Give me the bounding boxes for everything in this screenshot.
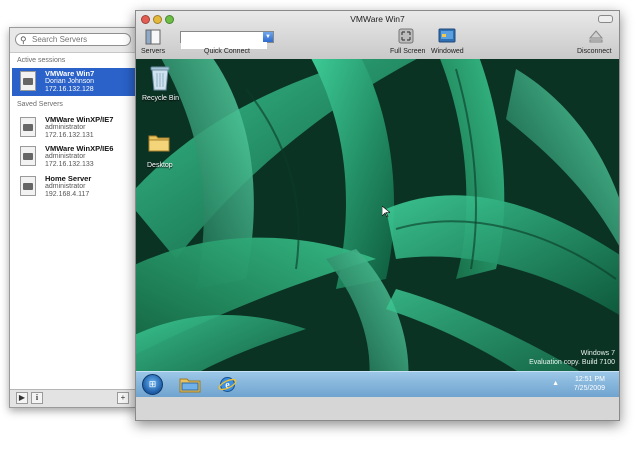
saved-servers-heading: Saved Servers [17, 101, 63, 108]
mouse-pointer-icon [382, 206, 390, 218]
server-user: Dorian Johnson [45, 78, 95, 85]
chevron-down-icon[interactable]: ▼ [263, 32, 273, 42]
explorer-icon[interactable] [179, 376, 201, 393]
disconnect-label[interactable]: Disconnect [577, 48, 612, 55]
server-name: VMWare WinXP/IE7 [45, 115, 114, 124]
window-title: VMWare Win7 [350, 14, 405, 24]
recycle-bin-label[interactable]: Recycle Bin [142, 95, 179, 102]
saved-server-item[interactable]: VMWare WinXP/IE7 administrator 172.16.13… [12, 114, 135, 142]
server-document-icon [20, 71, 36, 91]
recycle-bin-icon[interactable] [149, 65, 171, 91]
search-icon: ⚲ [20, 35, 27, 45]
search-input[interactable] [32, 34, 126, 45]
toolbar-toggle-button[interactable] [598, 15, 613, 23]
connect-button[interactable]: ▶ [16, 392, 28, 404]
server-document-icon [20, 176, 36, 196]
internet-explorer-icon[interactable]: e [218, 375, 237, 394]
folder-icon[interactable] [148, 131, 170, 153]
wallpaper-leaves [136, 59, 619, 397]
server-ip: 192.168.4.117 [45, 191, 90, 198]
server-document-icon [20, 146, 36, 166]
titlebar-toolbar: VMWare Win7 Servers ▼ Quick Connect Full… [136, 11, 619, 60]
server-ip: 172.16.132.133 [45, 161, 94, 168]
server-user: administrator [45, 124, 86, 131]
eject-icon[interactable] [588, 28, 604, 44]
full-screen-icon[interactable] [398, 28, 414, 44]
server-name: VMWare Win7 [45, 69, 95, 78]
servers-drawer: ⚲ Active sessions VMWare Win7 Dorian Joh… [9, 27, 136, 408]
server-name: VMWare WinXP/IE6 [45, 144, 114, 153]
session-window: VMWare Win7 Servers ▼ Quick Connect Full… [135, 10, 620, 421]
saved-server-item[interactable]: VMWare WinXP/IE6 administrator 172.16.13… [12, 143, 135, 171]
search-bar: ⚲ [10, 28, 135, 53]
servers-label[interactable]: Servers [141, 48, 165, 55]
evaluation-copy-text: Evaluation copy. Build 7100 [529, 359, 615, 366]
quick-connect-input[interactable] [181, 38, 267, 49]
windowed-icon[interactable] [438, 28, 456, 44]
windowed-label[interactable]: Windowed [431, 48, 464, 55]
add-server-button[interactable]: + [117, 392, 129, 404]
clock-date: 7/25/2009 [573, 385, 605, 392]
drawer-bottom-bar: ▶ i + [10, 389, 135, 407]
server-ip: 172.16.132.131 [45, 132, 94, 139]
quick-connect-label: Quick Connect [204, 48, 250, 55]
taskbar-clock[interactable]: 12:51 PM 7/25/2009 [574, 375, 605, 393]
search-field[interactable]: ⚲ [15, 33, 131, 46]
windows-taskbar: ⊞ e ▲ 12:51 PM 7/25/2009 [136, 371, 619, 397]
servers-drawer-icon[interactable] [144, 28, 162, 46]
clock-time: 12:51 PM [575, 376, 605, 383]
desktop-folder-label[interactable]: Desktop [147, 162, 173, 169]
server-name: Home Server [45, 174, 92, 183]
server-user: administrator [45, 183, 86, 190]
info-button[interactable]: i [31, 392, 43, 404]
server-ip: 172.16.132.128 [45, 86, 94, 93]
remote-desktop[interactable]: Recycle Bin Desktop Windows 7 Evaluation… [136, 59, 619, 397]
active-sessions-heading: Active sessions [17, 57, 66, 64]
quick-connect-combo[interactable]: ▼ [180, 31, 274, 49]
saved-server-item[interactable]: Home Server administrator 192.168.4.117 [12, 173, 135, 201]
active-session-item[interactable]: VMWare Win7 Dorian Johnson 172.16.132.12… [12, 68, 135, 96]
full-screen-label[interactable]: Full Screen [390, 48, 425, 55]
server-document-icon [20, 117, 36, 137]
windows-version-text: Windows 7 [580, 350, 615, 357]
tray-up-arrow-icon[interactable]: ▲ [552, 380, 559, 387]
server-user: administrator [45, 153, 86, 160]
windows-start-icon[interactable]: ⊞ [142, 374, 163, 395]
